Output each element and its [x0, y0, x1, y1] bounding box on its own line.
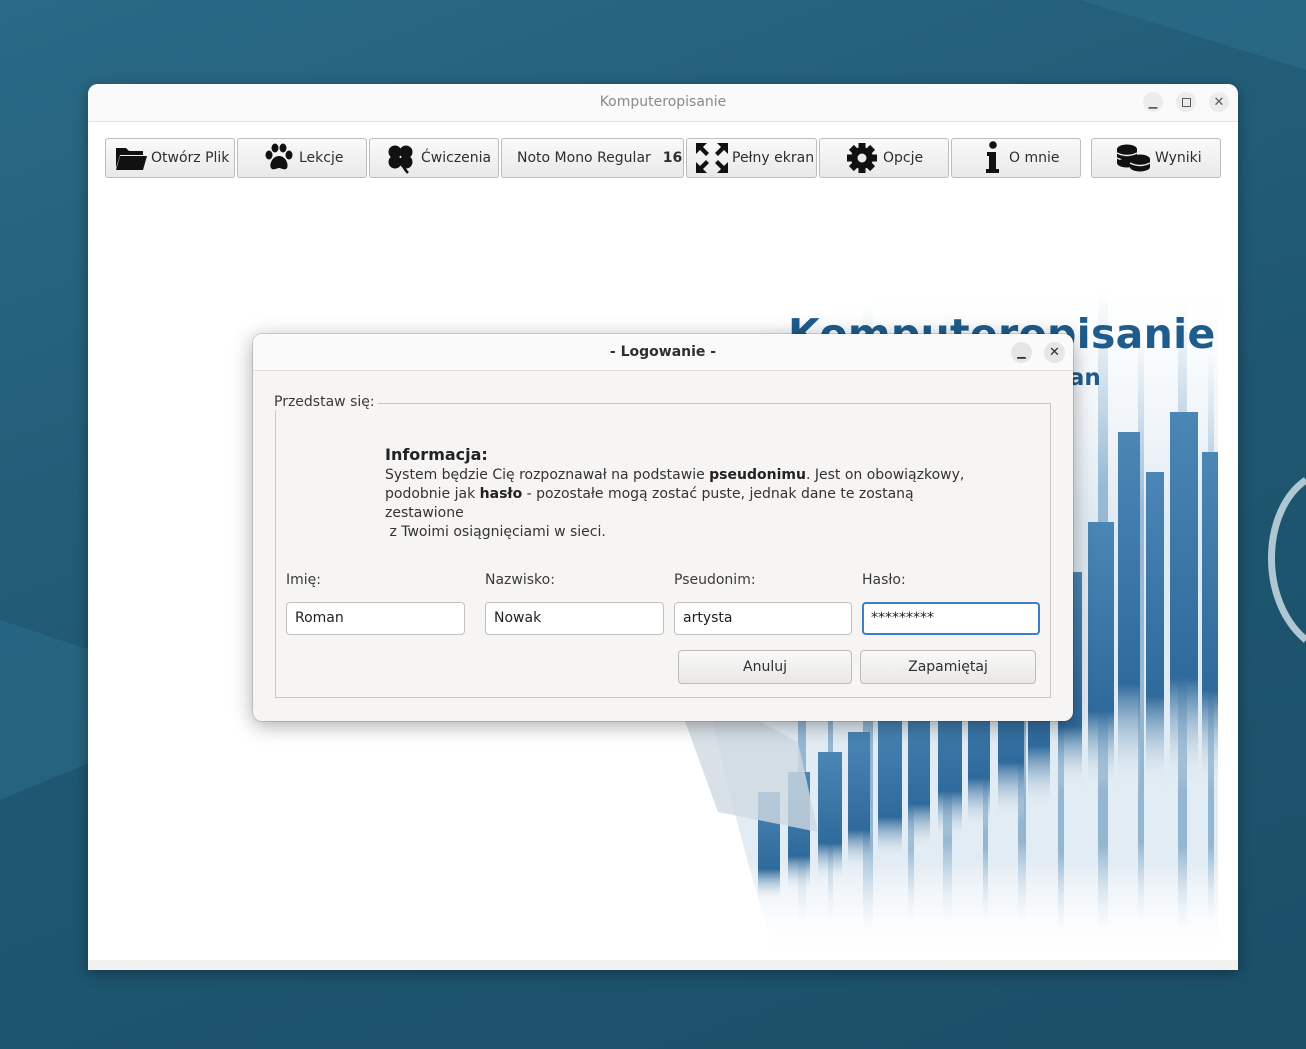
first-name-label: Imię:: [286, 572, 321, 588]
info-bold-password: hasło: [479, 486, 523, 502]
save-button[interactable]: Zapamiętaj: [860, 650, 1036, 684]
last-name-input[interactable]: Nowak: [485, 602, 664, 635]
info-line-2: podobnie jak hasło - pozostałe mogą zost…: [385, 485, 965, 523]
minimize-button[interactable]: ▁: [1143, 92, 1163, 112]
lessons-label: Lekcje: [299, 150, 344, 166]
results-label: Wyniki: [1155, 150, 1202, 166]
info-title: Informacja:: [385, 445, 488, 464]
login-dialog: - Logowanie - ▁ ✕ Przedstaw się: Informa…: [253, 334, 1073, 721]
about-label: O mnie: [1009, 150, 1060, 166]
maximize-button[interactable]: [1176, 92, 1196, 112]
minimize-icon: ▁: [1148, 95, 1158, 109]
last-name-label: Nazwisko:: [485, 572, 555, 588]
results-button[interactable]: Wyniki: [1091, 138, 1221, 178]
info-line-3: z Twoimi osiągnięciami w sieci.: [385, 524, 606, 540]
nickname-input[interactable]: artysta: [674, 602, 852, 635]
open-file-label: Otwórz Plik: [151, 150, 230, 166]
coins-icon: [1116, 144, 1151, 172]
window-bottom-border: [88, 960, 1238, 970]
dialog-close-button[interactable]: ✕: [1044, 342, 1065, 363]
exercises-button[interactable]: Ćwiczenia: [369, 138, 499, 178]
font-name-label: Noto Mono Regular: [517, 150, 651, 166]
maximize-icon: [1181, 97, 1191, 107]
group-legend: Przedstaw się:: [274, 394, 378, 410]
nickname-label: Pseudonim:: [674, 572, 756, 588]
info-text: . Jest on obowiązkowy,: [805, 467, 965, 483]
dialog-titlebar[interactable]: - Logowanie - ▁ ✕: [253, 334, 1073, 371]
clover-icon: [388, 145, 413, 174]
close-icon: ✕: [1213, 94, 1225, 110]
info-line-1: System będzie Cię rozpoznawał na podstaw…: [385, 466, 965, 485]
dialog-title: - Logowanie -: [609, 344, 717, 360]
close-button[interactable]: ✕: [1209, 92, 1229, 112]
open-file-button[interactable]: Otwórz Plik: [105, 138, 235, 178]
about-button[interactable]: O mnie: [951, 138, 1081, 178]
gear-icon: [847, 143, 877, 173]
paw-icon: [265, 143, 293, 170]
fullscreen-button[interactable]: Pełny ekran: [686, 138, 817, 178]
fullscreen-label: Pełny ekran: [732, 150, 815, 166]
info-block: Informacja: System będzie Cię rozpoznawa…: [385, 444, 965, 542]
exercises-label: Ćwiczenia: [421, 150, 492, 166]
info-text: podobnie jak: [385, 486, 480, 502]
window-title: Komputeropisanie: [599, 94, 727, 110]
first-name-input[interactable]: Roman: [286, 602, 465, 635]
password-label: Hasło:: [862, 572, 906, 588]
cancel-button[interactable]: Anuluj: [678, 650, 852, 684]
main-titlebar[interactable]: Komputeropisanie ▁ ✕: [88, 84, 1238, 122]
info-bold-nickname: pseudonimu: [709, 467, 806, 483]
fullscreen-icon: [696, 143, 728, 173]
options-label: Opcje: [883, 150, 924, 166]
options-button[interactable]: Opcje: [819, 138, 949, 178]
dialog-minimize-button[interactable]: ▁: [1011, 342, 1032, 363]
font-select-button[interactable]: Noto Mono Regular 16: [501, 138, 684, 178]
info-icon: [986, 141, 999, 173]
folder-icon: [116, 148, 147, 170]
password-input[interactable]: *********: [862, 602, 1040, 635]
close-icon: ✕: [1049, 345, 1060, 360]
minimize-icon: ▁: [1017, 346, 1026, 359]
info-text: System będzie Cię rozpoznawał na podstaw…: [385, 467, 710, 483]
font-size-label: 16: [662, 150, 683, 166]
lessons-button[interactable]: Lekcje: [237, 138, 367, 178]
